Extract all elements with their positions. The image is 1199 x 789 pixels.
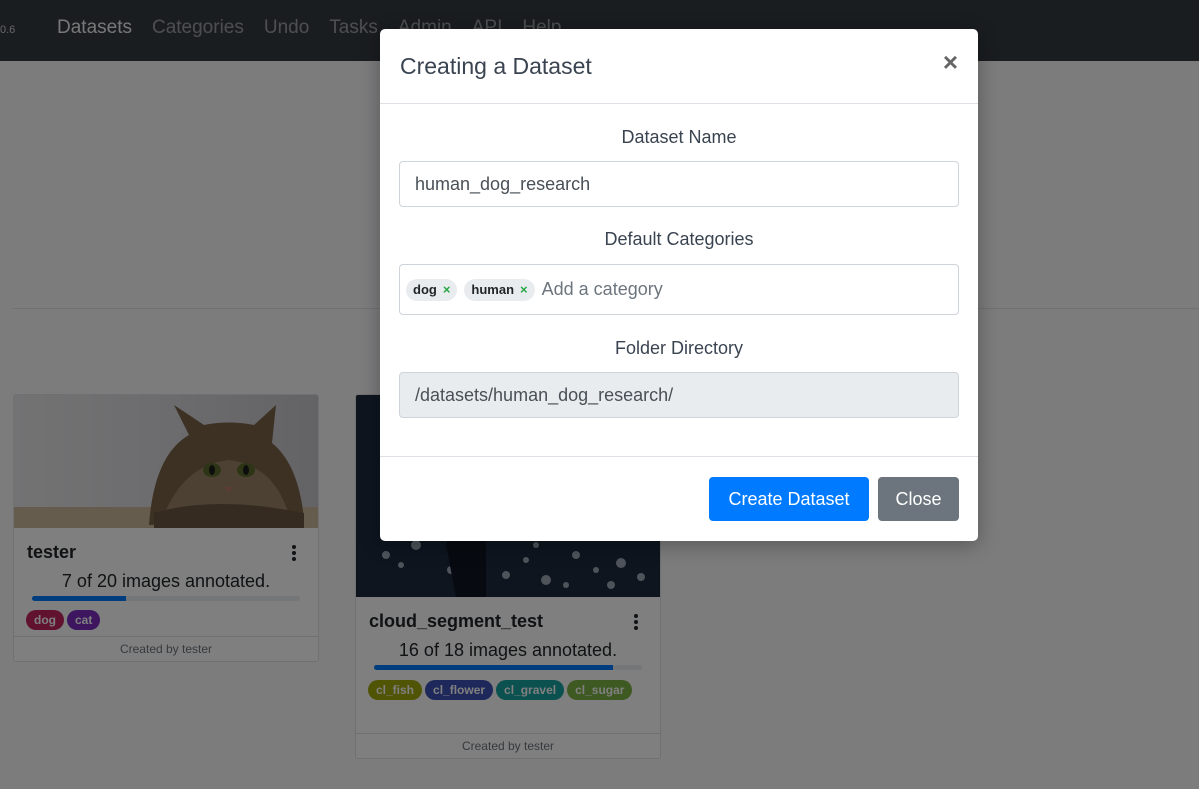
categories-tag-input[interactable]: dog × human × Add a category <box>399 264 959 315</box>
modal-title: Creating a Dataset <box>400 53 592 79</box>
category-chip: human × <box>464 278 535 301</box>
category-chip: dog × <box>406 278 458 301</box>
folder-directory-label: Folder Directory <box>614 338 744 358</box>
default-categories-label: Default Categories <box>604 229 754 249</box>
modal-footer: Create Dataset Close <box>380 456 978 541</box>
remove-chip-icon[interactable]: × <box>520 282 528 297</box>
dataset-name-input[interactable]: human_dog_research <box>399 161 959 207</box>
remove-chip-icon[interactable]: × <box>443 282 451 297</box>
close-button[interactable]: Close <box>878 477 959 521</box>
modal-header: Creating a Dataset × <box>380 29 978 104</box>
chip-label: dog <box>413 282 437 297</box>
folder-directory-field: /datasets/human_dog_research/ <box>399 372 959 418</box>
chip-label: human <box>471 282 515 297</box>
dataset-name-label: Dataset Name <box>621 127 737 147</box>
create-dataset-modal: Creating a Dataset × Dataset Name human_… <box>380 29 978 541</box>
close-icon[interactable]: × <box>943 49 958 75</box>
add-category-placeholder[interactable]: Add a category <box>542 279 663 300</box>
create-dataset-button[interactable]: Create Dataset <box>709 477 869 521</box>
